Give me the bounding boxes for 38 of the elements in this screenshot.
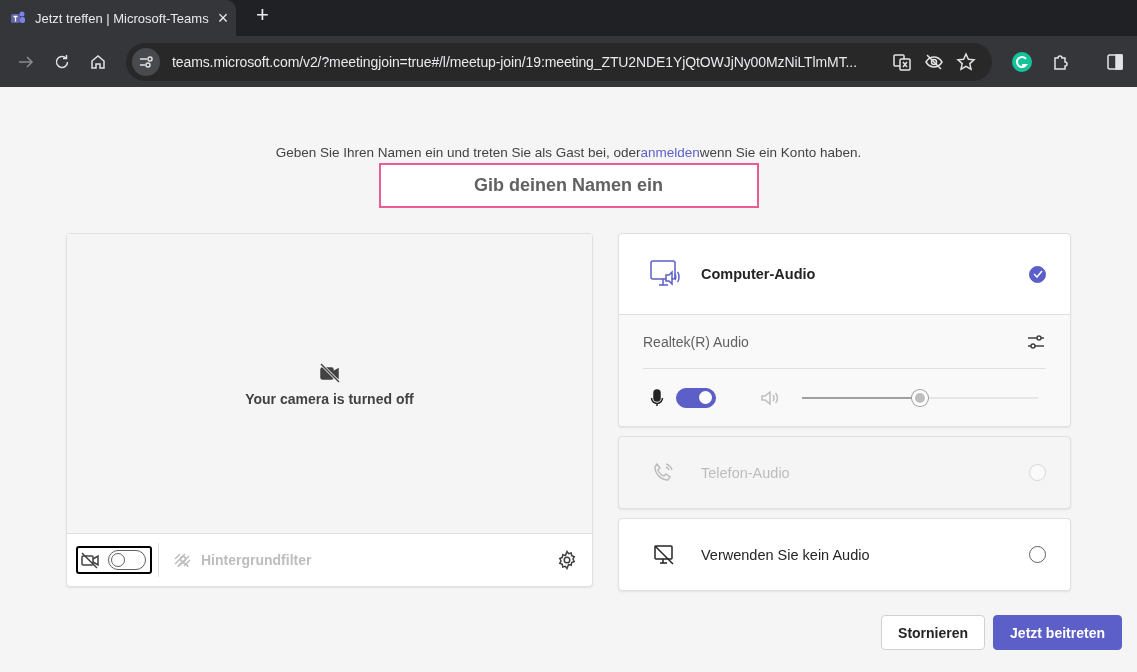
microphone-icon bbox=[650, 388, 664, 407]
close-tab-button[interactable]: × bbox=[217, 7, 229, 29]
name-field[interactable]: Gib deinen Namen ein bbox=[378, 163, 759, 208]
new-tab-button[interactable]: + bbox=[256, 2, 269, 28]
speaker-icon bbox=[760, 388, 780, 407]
side-panel-icon[interactable] bbox=[1105, 51, 1125, 72]
eye-slash-icon[interactable] bbox=[924, 51, 944, 72]
instruction-text: Geben Sie Ihren Namen ein und treten Sie als Gast bei, oderanmeldenwenn Sie ein Konto haben. bbox=[275, 145, 862, 160]
radio-button[interactable] bbox=[1029, 265, 1046, 283]
camera-toggle[interactable] bbox=[76, 546, 152, 574]
settings-icon[interactable] bbox=[557, 550, 577, 570]
sliders-icon[interactable] bbox=[1026, 332, 1046, 351]
site-settings-icon[interactable] bbox=[132, 47, 160, 76]
check-icon bbox=[1032, 270, 1043, 278]
cancel-button[interactable]: Stornieren bbox=[881, 615, 986, 650]
camera-status-text: Your camera is turned off bbox=[245, 390, 414, 407]
audio-option-label: Computer-Audio bbox=[701, 266, 817, 282]
camera-off-icon bbox=[317, 360, 342, 385]
device-name: Realtek(R) Audio bbox=[643, 333, 749, 350]
browser-tab[interactable]: Jetzt treffen | Microsoft-Teams × bbox=[0, 0, 236, 36]
home-icon[interactable] bbox=[89, 52, 107, 71]
microphone-toggle[interactable] bbox=[676, 387, 716, 408]
audio-option-label: Telefon-Audio bbox=[701, 464, 791, 481]
url-text: teams.microsoft.com/v2/?meetingjoin=true#/l/meetup-join/19:meeting_ZTU2NDE1YjQtOWJjNy00MzNiLTlmMT... bbox=[172, 53, 858, 70]
star-icon[interactable] bbox=[956, 51, 976, 72]
grammarly-icon[interactable] bbox=[1011, 50, 1033, 73]
background-effect-icon bbox=[173, 551, 193, 569]
camera-off-icon bbox=[80, 551, 100, 569]
address-bar[interactable]: teams.microsoft.com/v2/?meetingjoin=true#/l/meetup-join/19:meeting_ZTU2NDE1YjQtOWJjNy00MzNiLTlmMT... bbox=[126, 42, 992, 81]
join-button[interactable]: Jetzt beitreten bbox=[993, 615, 1122, 650]
audio-option-label: Verwenden Sie kein Audio bbox=[701, 546, 871, 563]
teams-icon bbox=[10, 10, 26, 26]
sign-in-link[interactable]: anmelden bbox=[640, 145, 700, 160]
monitor-slash-icon bbox=[653, 543, 675, 566]
monitor-speaker-icon bbox=[649, 259, 681, 289]
translate-icon[interactable] bbox=[892, 51, 912, 72]
reload-icon[interactable] bbox=[53, 52, 71, 71]
tab-title: Jetzt treffen | Microsoft-Teams bbox=[35, 10, 209, 26]
